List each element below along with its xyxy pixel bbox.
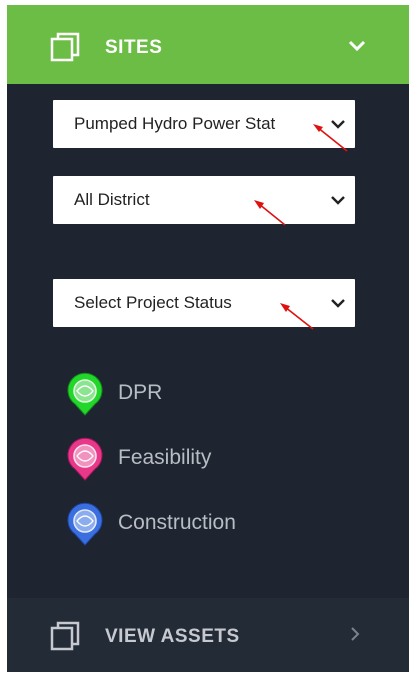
map-pin-icon: [67, 502, 103, 546]
annotation-arrow: [280, 303, 314, 330]
sidebar-panel: SITES Pumped Hydro Power Stat All Distri…: [7, 5, 409, 672]
district-select[interactable]: All District: [53, 176, 355, 224]
legend-label: Feasibility: [118, 446, 212, 469]
legend-item-construction: Construction: [63, 499, 323, 547]
power-station-type-value: Pumped Hydro Power Stat: [74, 114, 276, 133]
chevron-down-icon: [331, 196, 345, 205]
map-pin-icon: [67, 372, 103, 416]
copy-icon: [50, 32, 80, 62]
sites-section-header[interactable]: SITES: [7, 5, 409, 84]
chevron-down-icon[interactable]: [347, 39, 367, 53]
sites-section-title: SITES: [105, 37, 163, 58]
chevron-right-icon[interactable]: [349, 625, 361, 643]
legend-item-feasibility: Feasibility: [63, 434, 323, 482]
legend-label: Construction: [118, 511, 236, 534]
map-pin-icon: [67, 437, 103, 481]
view-assets-section-header[interactable]: VIEW ASSETS: [7, 598, 409, 672]
chevron-down-icon: [331, 299, 345, 308]
legend-label: DPR: [118, 381, 163, 404]
annotation-arrow: [313, 124, 348, 152]
copy-icon: [50, 621, 80, 651]
view-assets-title: VIEW ASSETS: [105, 626, 240, 647]
legend-item-dpr: DPR: [63, 369, 323, 417]
annotation-arrow: [254, 200, 286, 226]
